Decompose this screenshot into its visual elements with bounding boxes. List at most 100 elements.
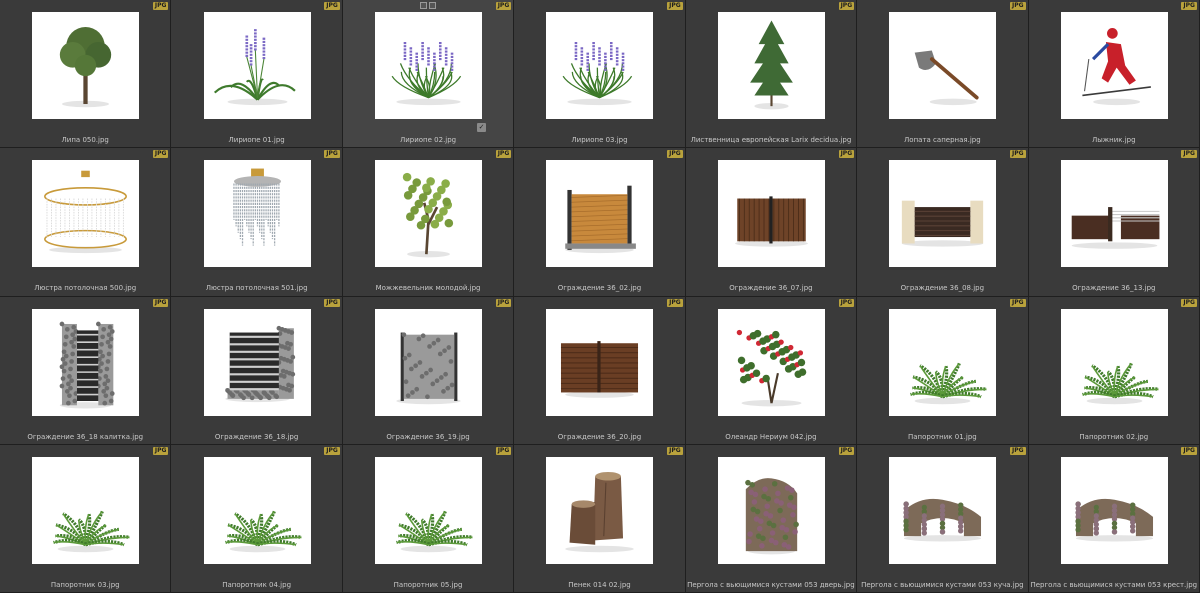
file-thumbnail-cell[interactable]: JPG Люстра потолочная 501.jpg [171, 148, 343, 297]
thumbnail-image [375, 12, 483, 119]
file-type-badge: JPG [1010, 298, 1026, 307]
shovel-icon [915, 50, 979, 106]
pergola-arch-icon [1075, 498, 1153, 542]
gabion-gate-icon [59, 321, 115, 409]
fern-icon [910, 362, 988, 404]
oleander-icon [736, 329, 807, 406]
file-thumbnail-cell[interactable]: JPG Пергола с вьющимися кустами 053 крест… [1028, 444, 1200, 593]
file-name-label: Папоротник 01.jpg [907, 432, 977, 441]
file-type-badge: JPG [667, 2, 683, 10]
file-thumbnail-cell[interactable]: JPG Пергола с вьющимися кустами 053 дверь… [685, 444, 858, 593]
thumbnail-image [889, 456, 997, 564]
file-thumbnail-cell[interactable]: JPG Ограждение 36_13.jpg [1028, 148, 1200, 297]
file-type-badge: JPG [324, 150, 340, 159]
thumbnail-image [203, 456, 311, 564]
file-name-label: Ограждение 36_19.jpg [386, 432, 470, 441]
file-type-badge: JPG [838, 298, 855, 307]
checkmark-icon[interactable]: ✓ [477, 123, 487, 132]
thumbnail-image [375, 308, 483, 416]
stump-icon [565, 471, 635, 552]
conifer-icon [750, 20, 793, 110]
thumbnail-toolbar [419, 2, 436, 9]
skier-icon [1082, 28, 1151, 106]
chandelier-gold-icon [44, 170, 128, 254]
file-thumbnail-cell[interactable]: JPG Липа 050.jpg [0, 0, 172, 149]
file-type-badge: JPG [1181, 150, 1197, 159]
file-thumbnail-cell[interactable]: JPG Папоротник 01.jpg [857, 296, 1029, 445]
tree-icon [60, 26, 112, 108]
file-type-badge: JPG [152, 298, 169, 307]
file-thumbnail-cell[interactable]: JPG Папоротник 03.jpg [0, 444, 172, 593]
juniper-icon [402, 173, 454, 258]
file-name-label: Ограждение 36_18 калитка.jpg [27, 432, 144, 441]
grass-flower-icon [563, 41, 633, 106]
file-type-badge: JPG [667, 298, 683, 307]
file-name-label: Ограждение 36_02.jpg [557, 284, 642, 293]
file-name-label: Люстра потолочная 500.jpg [34, 284, 137, 293]
file-thumbnail-cell[interactable]: JPG Лириопе 02.jpg ✓ [342, 0, 515, 149]
file-name-label: Папоротник 05.jpg [393, 580, 463, 589]
edit-icon[interactable] [428, 2, 436, 9]
file-thumbnail-cell[interactable]: JPG Лириопе 01.jpg [171, 0, 343, 149]
file-thumbnail-cell[interactable]: JPG Папоротник 02.jpg [1028, 296, 1200, 445]
fern-icon [1081, 362, 1159, 404]
file-thumbnail-cell[interactable]: JPG Ограждение 36_18 калитка.jpg [0, 296, 172, 445]
file-type-badge: JPG [495, 150, 512, 159]
file-type-badge: JPG [838, 150, 855, 159]
file-thumbnail-cell[interactable]: JPG Ограждение 36_18.jpg [171, 296, 343, 445]
file-type-badge: JPG [667, 150, 683, 159]
file-thumbnail-cell[interactable]: JPG Люстра потолочная 500.jpg [0, 148, 172, 297]
file-name-label: Лопата саперная.jpg [904, 136, 981, 144]
file-name-label: Люстра потолочная 501.jpg [205, 284, 308, 293]
file-thumbnail-grid: JPG Липа 050.jpg JPG Лириопе 01.jpg JPG Лирио… [0, 0, 1200, 593]
gabion-panel-icon [396, 331, 461, 404]
file-name-label: Ограждение 36_07.jpg [729, 284, 813, 293]
file-thumbnail-cell[interactable]: JPG Папоротник 05.jpg [342, 444, 515, 593]
file-name-label: Ограждение 36_20.jpg [557, 432, 642, 441]
file-name-label: Пергола с вьющимися кустами 053 дверь.jp… [687, 580, 855, 589]
wood-fence-icon [565, 185, 637, 254]
file-type-badge: JPG [495, 446, 512, 455]
file-thumbnail-cell[interactable]: JPG Лопата саперная.jpg [857, 0, 1029, 149]
lavender-plant-icon [213, 29, 296, 106]
file-type-badge: JPG [667, 446, 683, 455]
file-thumbnail-cell[interactable]: JPG Лыжник.jpg [1028, 0, 1200, 149]
thumbnail-image [32, 12, 140, 119]
file-name-label: Папоротник 03.jpg [50, 580, 120, 589]
file-thumbnail-cell[interactable]: JPG Пергола с вьющимися кустами 053 куча.… [857, 444, 1029, 593]
file-thumbnail-cell[interactable]: JPG Ограждение 36_02.jpg [514, 148, 686, 297]
file-thumbnail-cell[interactable]: JPG Пенек 014 02.jpg [514, 444, 686, 593]
file-thumbnail-cell[interactable]: JPG Папоротник 04.jpg [171, 444, 343, 593]
thumbnail-image [889, 160, 997, 268]
file-thumbnail-cell[interactable]: JPG Ограждение 36_08.jpg [857, 148, 1029, 297]
thumbnail-image [889, 12, 997, 119]
file-thumbnail-cell[interactable]: JPG Ограждение 36_07.jpg [685, 148, 858, 297]
file-thumbnail-cell[interactable]: JPG Можжевельник молодой.jpg [342, 148, 515, 297]
fern-icon [396, 510, 473, 552]
file-name-label: Пергола с вьющимися кустами 053 куча.jpg [861, 580, 1024, 589]
rotate-left-icon[interactable] [419, 2, 427, 9]
thumbnail-image [717, 12, 825, 119]
fern-icon [53, 510, 130, 552]
file-thumbnail-cell[interactable]: JPG Лириопе 03.jpg [514, 0, 686, 149]
file-thumbnail-cell[interactable]: JPG Лиственница европейская Larix decidua… [685, 0, 858, 149]
file-type-badge: JPG [1010, 2, 1026, 10]
file-type-badge: JPG [324, 298, 340, 307]
file-thumbnail-cell[interactable]: JPG Олеандр Нериум 042.jpg [685, 296, 858, 445]
thumbnail-image [546, 308, 654, 416]
thumbnail-image [546, 12, 654, 119]
file-name-label: Лыжник.jpg [1092, 136, 1136, 144]
chandelier-crystal-icon [232, 168, 281, 246]
file-thumbnail-cell[interactable]: JPG Ограждение 36_20.jpg [514, 296, 686, 445]
file-name-label: Ограждение 36_08.jpg [900, 284, 985, 293]
slat-fence-icon [735, 196, 808, 247]
thumbnail-image [1060, 308, 1168, 416]
file-type-badge: JPG [1181, 2, 1197, 10]
wood-panel-fence-icon [561, 340, 639, 398]
file-thumbnail-cell[interactable]: JPG Ограждение 36_19.jpg [342, 296, 515, 445]
thumbnail-image [889, 308, 997, 416]
file-name-label: Можжевельник молодой.jpg [375, 284, 481, 293]
file-name-label: Лириопе 03.jpg [571, 136, 628, 144]
file-name-label: Липа 050.jpg [61, 136, 109, 144]
rail-fence-icon [1071, 207, 1160, 250]
